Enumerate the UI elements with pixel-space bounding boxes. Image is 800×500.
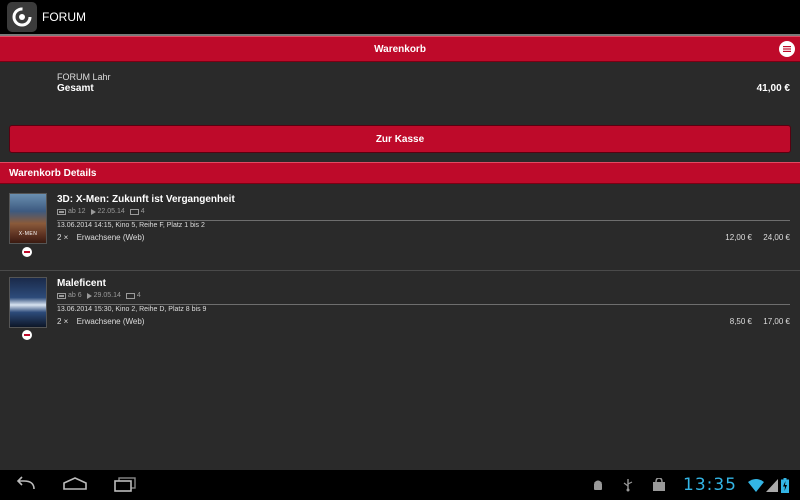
cart-header: Warenkorb [0, 36, 800, 62]
cinema-name: FORUM Lahr [57, 72, 111, 82]
movie-poster[interactable]: X-MEN [9, 193, 47, 244]
play-icon [90, 208, 96, 215]
item-total: 24,00 € [763, 233, 790, 242]
show-info: 13.06.2014 15:30, Kino 2, Reihe D, Platz… [57, 306, 207, 313]
cart-item: X-MEN 3D: X-Men: Zukunft ist Vergangenhe… [0, 186, 800, 271]
unit-price: 8,50 € [729, 317, 752, 326]
movie-poster[interactable] [9, 277, 47, 328]
shopping-bag-icon [652, 477, 666, 497]
unit-price: 12,00 € [725, 233, 752, 242]
release-date: 22.05.14 [97, 208, 125, 215]
total-label: Gesamt [57, 83, 94, 94]
back-icon[interactable] [14, 476, 38, 497]
movie-meta: ab 6 29.05.14 4 [57, 292, 146, 299]
cart-summary: FORUM Lahr Gesamt 41,00 € [0, 62, 800, 118]
release-date: 29.05.14 [93, 292, 121, 299]
recent-apps-icon[interactable] [113, 476, 137, 497]
android-debug-icon [591, 478, 605, 497]
wifi-icon [748, 478, 764, 497]
battery-charging-icon [781, 478, 789, 498]
app-title: FORUM [42, 10, 86, 24]
ticket-quantity: 2 × [57, 233, 69, 242]
age-rating-icon [57, 292, 66, 299]
overflow-menu-icon[interactable] [779, 41, 795, 57]
poster-title: X-MEN [18, 231, 38, 237]
movie-title: Maleficent [57, 278, 106, 289]
ticket-icon [125, 292, 135, 299]
separator [57, 220, 790, 221]
movie-title: 3D: X-Men: Zukunft ist Vergangenheit [57, 194, 235, 205]
forum-logo-icon[interactable] [7, 2, 37, 32]
play-icon [86, 292, 92, 299]
ticket-count: 4 [136, 292, 141, 299]
ticket-type: Erwachsene (Web) [76, 233, 145, 242]
movie-meta: ab 12 22.05.14 4 [57, 208, 150, 215]
action-bar: FORUM [0, 0, 800, 34]
ticket-type: Erwachsene (Web) [76, 317, 145, 326]
age-rating: ab 12 [68, 208, 86, 215]
ticket-icon [129, 208, 139, 215]
home-icon[interactable] [62, 476, 88, 497]
clock: 13:35 [683, 475, 737, 495]
cart-header-title: Warenkorb [374, 43, 426, 55]
remove-item-icon[interactable] [22, 247, 32, 257]
ticket-quantity: 2 × [57, 317, 69, 326]
total-value: 41,00 € [756, 83, 790, 94]
separator [57, 304, 790, 305]
remove-item-icon[interactable] [22, 330, 32, 340]
system-nav-bar: 13:35 [0, 470, 800, 500]
age-rating: ab 6 [68, 292, 82, 299]
ticket-row: 2 × Erwachsene (Web) [57, 233, 144, 242]
details-header: Warenkorb Details [0, 162, 800, 184]
item-total: 17,00 € [763, 317, 790, 326]
usb-icon [622, 478, 634, 497]
signal-icon [766, 478, 778, 497]
ticket-row: 2 × Erwachsene (Web) [57, 317, 144, 326]
show-info: 13.06.2014 14:15, Kino 5, Reihe F, Platz… [57, 222, 205, 229]
age-rating-icon [57, 208, 66, 215]
ticket-count: 4 [140, 208, 145, 215]
checkout-button[interactable]: Zur Kasse [9, 125, 791, 153]
cart-item: Maleficent ab 6 29.05.14 4 13.06.2014 15… [0, 270, 800, 354]
